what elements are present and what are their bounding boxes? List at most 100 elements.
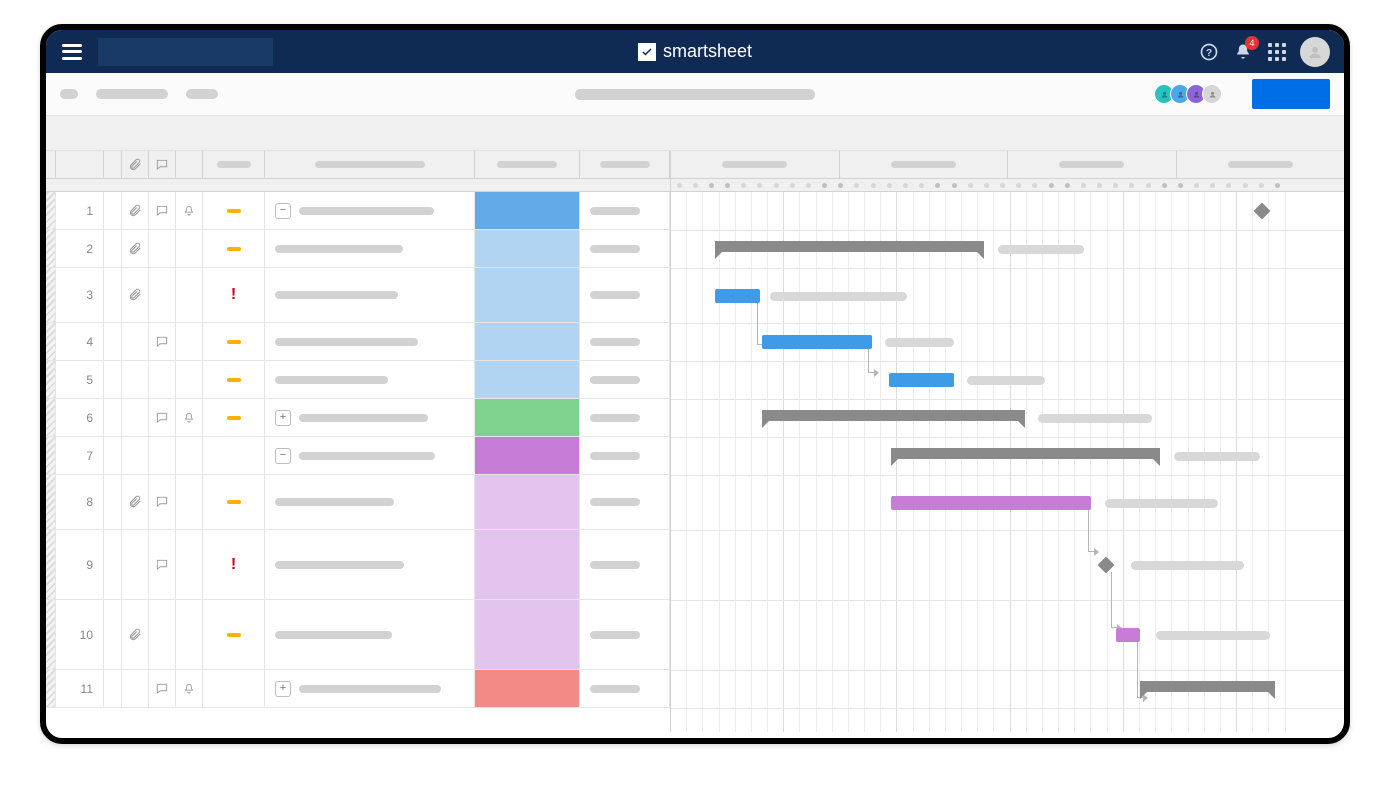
row-flag-cell[interactable] (104, 399, 122, 436)
table-row[interactable]: 8 (46, 475, 670, 530)
row-handle[interactable] (46, 475, 56, 529)
gantt-task-bar[interactable] (1116, 628, 1140, 642)
row-task-cell[interactable]: + (265, 399, 475, 436)
row-handle[interactable] (46, 361, 56, 398)
help-icon[interactable]: ? (1198, 41, 1220, 63)
row-comment-cell[interactable] (149, 399, 176, 436)
row-flag-cell[interactable] (104, 600, 122, 669)
row-attachment-cell[interactable] (122, 323, 149, 360)
row-comment-cell[interactable] (149, 361, 176, 398)
row-category-cell[interactable] (475, 600, 580, 669)
row-handle[interactable] (46, 600, 56, 669)
row-flag-cell[interactable] (104, 361, 122, 398)
row-assignee-cell[interactable] (580, 323, 670, 360)
search-input[interactable] (98, 38, 273, 66)
row-expand-icon[interactable]: + (275, 410, 291, 426)
row-status-cell[interactable]: ! (203, 530, 265, 599)
row-status-cell[interactable] (203, 192, 265, 229)
row-category-cell[interactable] (475, 268, 580, 322)
row-handle[interactable] (46, 670, 56, 707)
col-task-name[interactable] (265, 151, 475, 178)
row-category-cell[interactable] (475, 437, 580, 474)
row-status-cell[interactable]: ! (203, 268, 265, 322)
row-attachment-cell[interactable] (122, 192, 149, 229)
row-flag-cell[interactable] (104, 530, 122, 599)
row-assignee-cell[interactable] (580, 437, 670, 474)
row-flag-cell[interactable] (104, 475, 122, 529)
row-handle[interactable] (46, 192, 56, 229)
row-task-cell[interactable] (265, 600, 475, 669)
row-assignee-cell[interactable] (580, 600, 670, 669)
row-reminder-cell[interactable] (176, 230, 203, 267)
row-handle[interactable] (46, 399, 56, 436)
row-reminder-cell[interactable] (176, 399, 203, 436)
gantt-chart-area[interactable] (671, 192, 1344, 732)
table-row[interactable]: 3! (46, 268, 670, 323)
row-category-cell[interactable] (475, 361, 580, 398)
table-row[interactable]: 6+ (46, 399, 670, 437)
user-avatar[interactable] (1300, 37, 1330, 67)
row-attachment-cell[interactable] (122, 670, 149, 707)
gantt-summary-bar[interactable] (1140, 681, 1274, 692)
row-task-cell[interactable] (265, 361, 475, 398)
row-handle[interactable] (46, 230, 56, 267)
row-attachment-cell[interactable] (122, 399, 149, 436)
row-assignee-cell[interactable] (580, 475, 670, 529)
row-comment-cell[interactable] (149, 323, 176, 360)
row-flag-cell[interactable] (104, 192, 122, 229)
row-category-cell[interactable] (475, 192, 580, 229)
row-reminder-cell[interactable] (176, 323, 203, 360)
row-flag-cell[interactable] (104, 268, 122, 322)
row-comment-cell[interactable] (149, 670, 176, 707)
row-comment-cell[interactable] (149, 600, 176, 669)
gantt-summary-bar[interactable] (762, 410, 1025, 421)
row-status-cell[interactable] (203, 600, 265, 669)
row-collapse-icon[interactable]: − (275, 448, 291, 464)
row-category-cell[interactable] (475, 230, 580, 267)
row-category-cell[interactable] (475, 399, 580, 436)
col-category[interactable] (475, 151, 580, 178)
row-handle[interactable] (46, 530, 56, 599)
row-reminder-cell[interactable] (176, 268, 203, 322)
row-assignee-cell[interactable] (580, 361, 670, 398)
row-attachment-cell[interactable] (122, 361, 149, 398)
row-comment-cell[interactable] (149, 230, 176, 267)
row-status-cell[interactable] (203, 361, 265, 398)
notifications-icon[interactable]: 4 (1232, 41, 1254, 63)
row-flag-cell[interactable] (104, 230, 122, 267)
row-assignee-cell[interactable] (580, 230, 670, 267)
row-reminder-cell[interactable] (176, 192, 203, 229)
collaborator-avatar[interactable] (1202, 84, 1222, 104)
row-attachment-cell[interactable] (122, 437, 149, 474)
row-task-cell[interactable] (265, 230, 475, 267)
table-row[interactable]: 10 (46, 600, 670, 670)
row-status-cell[interactable] (203, 437, 265, 474)
breadcrumb-segment[interactable] (186, 89, 218, 99)
row-category-cell[interactable] (475, 475, 580, 529)
row-handle[interactable] (46, 268, 56, 322)
row-task-cell[interactable] (265, 475, 475, 529)
row-handle[interactable] (46, 323, 56, 360)
row-comment-cell[interactable] (149, 192, 176, 229)
gantt-summary-bar[interactable] (891, 448, 1160, 459)
row-category-cell[interactable] (475, 323, 580, 360)
row-flag-cell[interactable] (104, 437, 122, 474)
row-reminder-cell[interactable] (176, 600, 203, 669)
row-assignee-cell[interactable] (580, 399, 670, 436)
apps-grid-icon[interactable] (1266, 41, 1288, 63)
table-row[interactable]: 2 (46, 230, 670, 268)
row-task-cell[interactable]: − (265, 437, 475, 474)
row-category-cell[interactable] (475, 530, 580, 599)
table-row[interactable]: 9! (46, 530, 670, 600)
row-comment-cell[interactable] (149, 268, 176, 322)
row-comment-cell[interactable] (149, 475, 176, 529)
table-row[interactable]: 7− (46, 437, 670, 475)
row-attachment-cell[interactable] (122, 230, 149, 267)
row-reminder-cell[interactable] (176, 437, 203, 474)
row-handle[interactable] (46, 437, 56, 474)
table-row[interactable]: 5 (46, 361, 670, 399)
menu-icon[interactable] (62, 44, 82, 60)
row-reminder-cell[interactable] (176, 670, 203, 707)
gantt-task-bar[interactable] (715, 289, 760, 303)
row-task-cell[interactable] (265, 530, 475, 599)
